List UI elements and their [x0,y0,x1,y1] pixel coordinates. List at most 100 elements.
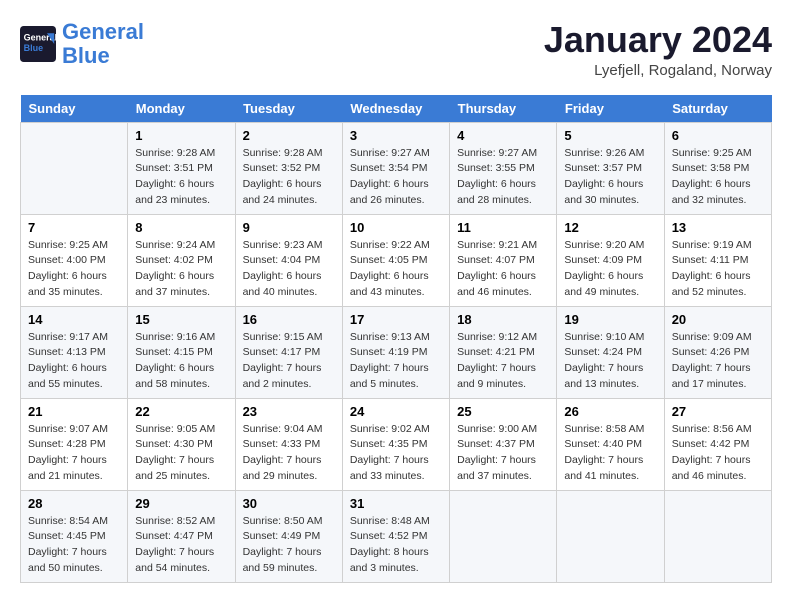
day-info: Sunrise: 8:54 AMSunset: 4:45 PMDaylight:… [28,514,120,577]
day-info: Sunrise: 9:02 AMSunset: 4:35 PMDaylight:… [350,422,442,485]
calendar-cell: 22 Sunrise: 9:05 AMSunset: 4:30 PMDayligh… [128,398,235,490]
day-info: Sunrise: 9:12 AMSunset: 4:21 PMDaylight:… [457,330,549,393]
day-info: Sunrise: 9:28 AMSunset: 3:51 PMDaylight:… [135,146,227,209]
calendar-cell: 13Sunrise: 9:19 AMSunset: 4:11 PMDayligh… [664,214,771,306]
day-number: 29 [135,496,227,511]
weekday-header-thursday: Thursday [450,95,557,123]
day-info: Sunrise: 9:27 AMSunset: 3:55 PMDaylight:… [457,146,549,209]
logo-icon: General Blue [20,26,56,62]
day-info: Sunrise: 9:23 AMSunset: 4:04 PMDaylight:… [243,238,335,301]
day-number: 25 [457,404,549,419]
weekday-header-saturday: Saturday [664,95,771,123]
location: Lyefjell, Rogaland, Norway [544,62,772,79]
calendar-cell: 3Sunrise: 9:27 AMSunset: 3:54 PMDaylight… [342,122,449,214]
calendar-cell: 5 Sunrise: 9:26 AMSunset: 3:57 PMDaylight… [557,122,664,214]
day-number: 24 [350,404,442,419]
day-number: 5 [564,128,656,143]
calendar-body: 1 Sunrise: 9:28 AMSunset: 3:51 PMDaylight… [21,122,772,582]
day-info: Sunrise: 9:05 AMSunset: 4:30 PMDaylight:… [135,422,227,485]
calendar-cell: 1 Sunrise: 9:28 AMSunset: 3:51 PMDaylight… [128,122,235,214]
day-number: 30 [243,496,335,511]
svg-text:Blue: Blue [24,43,44,53]
calendar-cell: 18Sunrise: 9:12 AMSunset: 4:21 PMDayligh… [450,306,557,398]
calendar-cell: 10Sunrise: 9:22 AMSunset: 4:05 PMDayligh… [342,214,449,306]
calendar-cell: 12 Sunrise: 9:20 AMSunset: 4:09 PMDayligh… [557,214,664,306]
day-info: Sunrise: 9:24 AMSunset: 4:02 PMDaylight:… [135,238,227,301]
day-number: 20 [672,312,764,327]
weekday-header-monday: Monday [128,95,235,123]
calendar-header: SundayMondayTuesdayWednesdayThursdayFrid… [21,95,772,123]
month-title: January 2024 [544,20,772,60]
calendar-table: SundayMondayTuesdayWednesdayThursdayFrid… [20,95,772,583]
day-number: 27 [672,404,764,419]
day-number: 22 [135,404,227,419]
calendar-cell: 19Sunrise: 9:10 AMSunset: 4:24 PMDayligh… [557,306,664,398]
day-info: Sunrise: 9:19 AMSunset: 4:11 PMDaylight:… [672,238,764,301]
day-number: 3 [350,128,442,143]
day-info: Sunrise: 9:20 AMSunset: 4:09 PMDaylight:… [564,238,656,301]
calendar-cell: 11 Sunrise: 9:21 AMSunset: 4:07 PMDayligh… [450,214,557,306]
calendar-cell: 6Sunrise: 9:25 AMSunset: 3:58 PMDaylight… [664,122,771,214]
day-info: Sunrise: 9:04 AMSunset: 4:33 PMDaylight:… [243,422,335,485]
calendar-week-row: 14Sunrise: 9:17 AMSunset: 4:13 PMDayligh… [21,306,772,398]
calendar-cell: 20Sunrise: 9:09 AMSunset: 4:26 PMDayligh… [664,306,771,398]
calendar-week-row: 28Sunrise: 8:54 AMSunset: 4:45 PMDayligh… [21,490,772,582]
day-number: 12 [564,220,656,235]
day-info: Sunrise: 9:22 AMSunset: 4:05 PMDaylight:… [350,238,442,301]
day-info: Sunrise: 9:13 AMSunset: 4:19 PMDaylight:… [350,330,442,393]
day-number: 7 [28,220,120,235]
calendar-cell: 2 Sunrise: 9:28 AMSunset: 3:52 PMDaylight… [235,122,342,214]
weekday-header-tuesday: Tuesday [235,95,342,123]
calendar-cell: 28Sunrise: 8:54 AMSunset: 4:45 PMDayligh… [21,490,128,582]
day-number: 2 [243,128,335,143]
calendar-cell: 17 Sunrise: 9:13 AMSunset: 4:19 PMDayligh… [342,306,449,398]
calendar-cell: 23Sunrise: 9:04 AMSunset: 4:33 PMDayligh… [235,398,342,490]
calendar-cell: 26 Sunrise: 8:58 AMSunset: 4:40 PMDayligh… [557,398,664,490]
calendar-cell: 8 Sunrise: 9:24 AMSunset: 4:02 PMDaylight… [128,214,235,306]
weekday-header-friday: Friday [557,95,664,123]
day-info: Sunrise: 8:52 AMSunset: 4:47 PMDaylight:… [135,514,227,577]
day-info: Sunrise: 9:26 AMSunset: 3:57 PMDaylight:… [564,146,656,209]
calendar-cell: 29 Sunrise: 8:52 AMSunset: 4:47 PMDayligh… [128,490,235,582]
calendar-cell: 15 Sunrise: 9:16 AMSunset: 4:15 PMDayligh… [128,306,235,398]
day-info: Sunrise: 9:10 AMSunset: 4:24 PMDaylight:… [564,330,656,393]
day-number: 15 [135,312,227,327]
day-info: Sunrise: 9:25 AMSunset: 4:00 PMDaylight:… [28,238,120,301]
calendar-cell [21,122,128,214]
day-info: Sunrise: 9:21 AMSunset: 4:07 PMDaylight:… [457,238,549,301]
calendar-week-row: 1 Sunrise: 9:28 AMSunset: 3:51 PMDaylight… [21,122,772,214]
calendar-cell: 30 Sunrise: 8:50 AMSunset: 4:49 PMDayligh… [235,490,342,582]
day-number: 8 [135,220,227,235]
day-number: 26 [564,404,656,419]
calendar-cell [450,490,557,582]
day-number: 17 [350,312,442,327]
calendar-cell: 14Sunrise: 9:17 AMSunset: 4:13 PMDayligh… [21,306,128,398]
day-number: 1 [135,128,227,143]
calendar-cell [557,490,664,582]
day-number: 9 [243,220,335,235]
title-block: January 2024 Lyefjell, Rogaland, Norway [544,20,772,79]
calendar-cell: 4 Sunrise: 9:27 AMSunset: 3:55 PMDaylight… [450,122,557,214]
calendar-cell: 31Sunrise: 8:48 AMSunset: 4:52 PMDayligh… [342,490,449,582]
calendar-cell: 24 Sunrise: 9:02 AMSunset: 4:35 PMDayligh… [342,398,449,490]
day-number: 31 [350,496,442,511]
calendar-cell [664,490,771,582]
day-info: Sunrise: 9:07 AMSunset: 4:28 PMDaylight:… [28,422,120,485]
calendar-week-row: 21Sunrise: 9:07 AMSunset: 4:28 PMDayligh… [21,398,772,490]
calendar-cell: 21Sunrise: 9:07 AMSunset: 4:28 PMDayligh… [21,398,128,490]
calendar-cell: 16Sunrise: 9:15 AMSunset: 4:17 PMDayligh… [235,306,342,398]
day-info: Sunrise: 8:58 AMSunset: 4:40 PMDaylight:… [564,422,656,485]
day-number: 11 [457,220,549,235]
day-info: Sunrise: 8:50 AMSunset: 4:49 PMDaylight:… [243,514,335,577]
day-number: 6 [672,128,764,143]
day-info: Sunrise: 9:16 AMSunset: 4:15 PMDaylight:… [135,330,227,393]
calendar-cell: 25 Sunrise: 9:00 AMSunset: 4:37 PMDayligh… [450,398,557,490]
day-number: 16 [243,312,335,327]
day-number: 14 [28,312,120,327]
day-info: Sunrise: 9:00 AMSunset: 4:37 PMDaylight:… [457,422,549,485]
day-number: 4 [457,128,549,143]
page-header: General Blue General Blue January 2024 L… [20,20,772,79]
day-info: Sunrise: 9:28 AMSunset: 3:52 PMDaylight:… [243,146,335,209]
calendar-cell: 27Sunrise: 8:56 AMSunset: 4:42 PMDayligh… [664,398,771,490]
logo-text: General Blue [62,20,144,68]
